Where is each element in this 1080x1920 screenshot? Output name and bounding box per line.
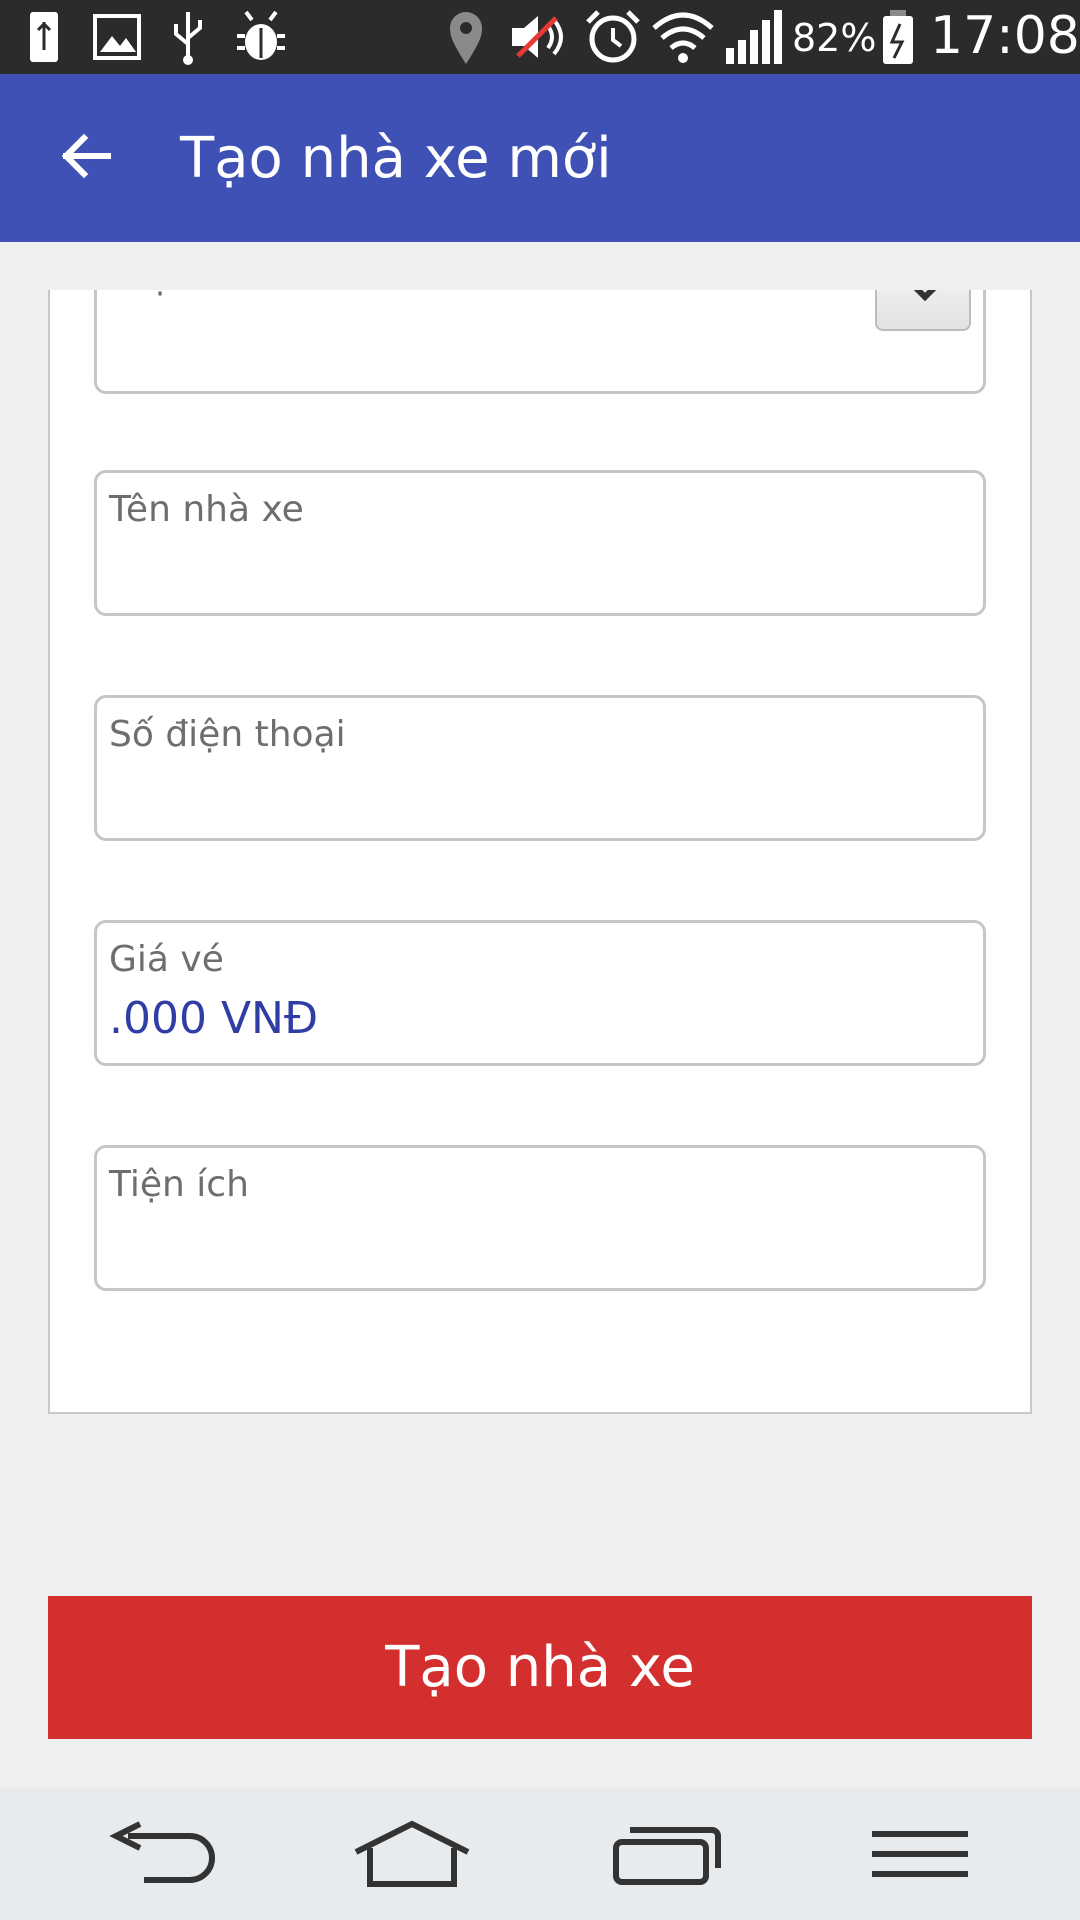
vehicle-type-select[interactable]: Loại xe [94,290,986,394]
navigation-bar [0,1788,1080,1920]
battery-charging-icon [30,12,58,62]
create-company-button[interactable]: Tạo nhà xe [48,1596,1032,1739]
phone-label: Số điện thoại [109,714,346,755]
page-title: Tạo nhà xe mới [180,126,612,191]
location-icon [450,12,482,64]
battery-percent: 82% [792,16,877,60]
wifi-icon [652,12,714,63]
vehicle-type-label: Loại xe [109,290,236,298]
app-bar: Tạo nhà xe mới [0,74,1080,242]
price-value: .000 VNĐ [109,993,319,1044]
form-card: Loại xe Tên nhà xe Số điện thoại Giá vé … [48,290,1032,1414]
dropdown-button[interactable] [875,290,971,331]
nav-back-icon[interactable] [100,1818,220,1890]
phone-field[interactable]: Số điện thoại [94,695,986,841]
chevron-down-icon [913,290,937,302]
debug-bug-icon [237,10,285,60]
amenities-field[interactable]: Tiện ích [94,1145,986,1291]
amenities-label: Tiện ích [109,1164,249,1205]
status-bar: 82% 17:08 [0,0,1080,74]
nav-home-icon[interactable] [352,1818,472,1890]
mute-icon [512,16,563,58]
clock: 17:08 [930,6,1080,66]
image-icon [93,14,141,60]
battery-icon [883,10,913,64]
alarm-icon [586,10,640,63]
nav-menu-icon[interactable] [860,1818,980,1890]
nav-recents-icon[interactable] [608,1818,728,1890]
arrow-left-icon[interactable] [58,128,114,184]
company-name-field[interactable]: Tên nhà xe [94,470,986,616]
signal-icon [726,10,782,64]
price-field[interactable]: Giá vé .000 VNĐ [94,920,986,1066]
company-name-label: Tên nhà xe [109,489,304,530]
usb-icon [174,12,202,65]
price-label: Giá vé [109,939,224,980]
